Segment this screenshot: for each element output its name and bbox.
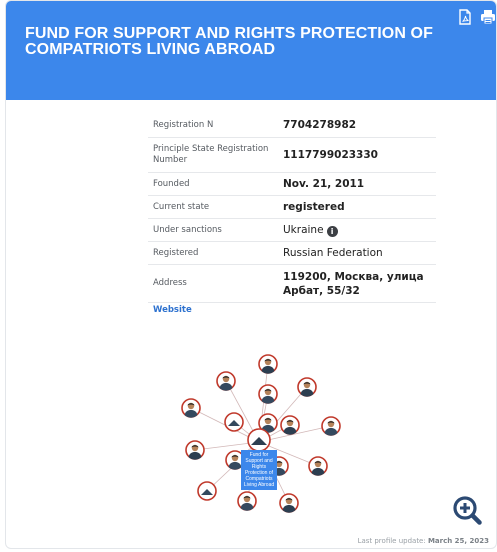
person-node-icon[interactable] (181, 398, 201, 418)
person-node-icon[interactable] (237, 491, 257, 511)
graph-center-label: Fund for Support and Rights Protection o… (241, 450, 277, 490)
field-label: Address (153, 278, 187, 288)
row-current-state: Current state registered (148, 196, 436, 219)
person-node-icon[interactable] (185, 440, 205, 460)
field-value: Nov. 21, 2011 (283, 178, 365, 190)
person-node-icon[interactable] (216, 371, 236, 391)
field-value: 7704278982 (283, 119, 357, 131)
profile-header: Fund for Support and Rights Protection o… (6, 1, 496, 100)
field-label: Current state (153, 201, 210, 212)
field-value: 119200, Москва, улица Арбат, 55/32 (283, 270, 424, 297)
person-node-icon[interactable] (279, 493, 299, 513)
field-value: Russian Federation (283, 247, 383, 259)
field-value: registered (283, 201, 345, 213)
website-link[interactable]: Website (153, 305, 192, 315)
last-update-date: March 25, 2023 (427, 537, 489, 545)
person-node-icon[interactable] (197, 481, 217, 501)
profile-details: Registration N 7704278982 Principle Stat… (148, 113, 436, 303)
pdf-icon[interactable] (458, 9, 472, 25)
row-registration-n: Registration N 7704278982 (148, 113, 436, 138)
last-update-prefix: Last profile update: (357, 537, 426, 545)
field-label: Under sanctions (153, 224, 222, 235)
row-founded: Founded Nov. 21, 2011 (148, 173, 436, 196)
profile-card: Fund for Support and Rights Protection o… (5, 0, 497, 549)
row-address: Address 119200, Москва, улица Арбат, 55/… (148, 265, 436, 303)
field-label: Registration N (153, 119, 214, 130)
field-label: Registered (153, 247, 199, 258)
page-title: Fund for Support and Rights Protection o… (25, 25, 433, 58)
field-value: 1117799023330 (283, 149, 378, 161)
print-icon[interactable] (480, 9, 496, 25)
field-label: Principle State Registration Number (153, 144, 269, 165)
person-node-icon[interactable] (308, 456, 328, 476)
field-label: Founded (153, 178, 190, 189)
row-principle-state-registration-number: Principle State Registration Number 1117… (148, 138, 436, 173)
zoom-in-icon[interactable] (453, 496, 483, 526)
person-node-icon[interactable] (321, 416, 341, 436)
last-update: Last profile update: March 25, 2023 (358, 537, 489, 545)
person-node-icon[interactable] (258, 354, 278, 374)
row-under-sanctions: Under sanctions Ukraine i (148, 219, 436, 242)
person-node-icon[interactable] (280, 415, 300, 435)
connections-graph[interactable]: Fund for Support and Rights Protection o… (171, 346, 351, 518)
field-value: Ukraine i (283, 219, 436, 241)
sanctions-value: Ukraine (283, 224, 324, 236)
person-node-icon[interactable] (258, 384, 278, 404)
info-icon[interactable]: i (326, 226, 338, 237)
person-node-icon[interactable] (224, 412, 244, 432)
row-registered: Registered Russian Federation (148, 242, 436, 265)
organization-node-icon[interactable] (246, 428, 272, 452)
person-node-icon[interactable] (297, 377, 317, 397)
